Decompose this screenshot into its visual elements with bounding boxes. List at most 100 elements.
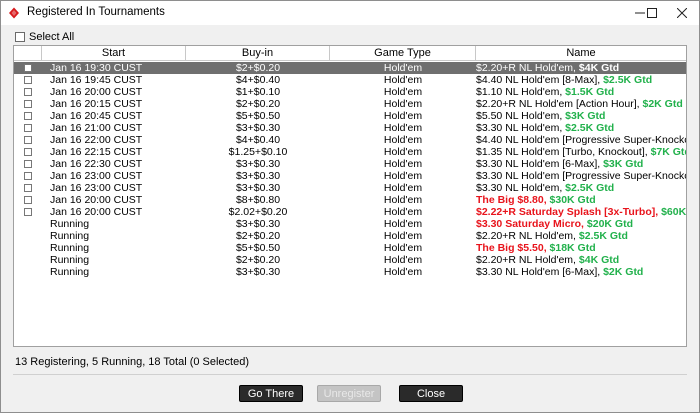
guarantee-tag: $2K Gtd	[603, 266, 644, 278]
tournament-name: $3.30 NL Hold'em [6-Max],	[476, 266, 604, 278]
cell-buyin: $4+$0.40	[235, 134, 281, 146]
guarantee-tag: $3K Gtd	[565, 110, 606, 122]
table-row[interactable]: Jan 16 20:00 CUST $1+$0.10 Hold'em $1.10 NL…	[14, 86, 686, 98]
row-checkbox-cell	[14, 266, 42, 278]
guarantee-tag: $20K Gtd	[586, 218, 633, 230]
row-checkbox[interactable]	[24, 172, 32, 180]
table-row[interactable]: Jan 16 23:00 CUST $3+$0.30 Hold'em $3.30 NL…	[14, 182, 686, 194]
row-checkbox[interactable]	[24, 184, 32, 192]
cell-game-type: Hold'em	[383, 86, 423, 98]
row-checkbox-cell	[14, 98, 42, 110]
row-checkbox[interactable]	[24, 208, 32, 216]
row-checkbox[interactable]	[24, 112, 32, 120]
row-checkbox-cell	[14, 254, 42, 266]
tournament-name: $3.30 NL Hold'em,	[476, 122, 566, 134]
cell-buyin: $5+$0.50	[235, 110, 281, 122]
cell-name: $1.35 NL Hold'em [Turbo, Knockout], $7K …	[476, 146, 687, 158]
row-checkbox[interactable]	[24, 148, 32, 156]
tournament-table[interactable]: Start Buy-in Game Type Name Jan 16 19:30…	[13, 45, 687, 347]
cell-buyin: $4+$0.40	[235, 74, 281, 86]
tournament-name: $2.20+R NL Hold'em,	[476, 230, 579, 242]
table-row[interactable]: Jan 16 22:00 CUST $4+$0.40 Hold'em $4.40 NL…	[14, 134, 686, 146]
cell-buyin: $2.02+$0.20	[228, 206, 288, 218]
cell-name: $4.40 NL Hold'em [Progressive Super-Knoc…	[476, 134, 686, 146]
unregister-button[interactable]: Unregister	[317, 385, 381, 402]
row-checkbox-cell	[14, 170, 42, 182]
cell-game-type: Hold'em	[383, 146, 423, 158]
select-all-checkbox[interactable]: Select All	[15, 31, 74, 43]
tournament-name: The Big $5.50,	[476, 242, 550, 254]
table-row[interactable]: Jan 16 22:30 CUST $3+$0.30 Hold'em $3.30 NL…	[14, 158, 686, 170]
cell-start: Running	[50, 230, 90, 242]
cell-game-type: Hold'em	[383, 62, 423, 74]
table-row[interactable]: Jan 16 20:00 CUST $8+$0.80 Hold'em The Big …	[14, 194, 686, 206]
cell-start: Jan 16 19:30 CUST	[50, 62, 143, 74]
table-row[interactable]: Running $2+$0.20 Hold'em $2.20+R NL Hold'em…	[14, 230, 686, 242]
cell-name: $3.30 NL Hold'em [Progressive Super-Knoc…	[476, 170, 686, 182]
header-start[interactable]: Start	[42, 46, 186, 61]
row-checkbox[interactable]	[24, 160, 32, 168]
cell-name: $5.50 NL Hold'em, $3K Gtd	[476, 110, 686, 122]
cell-name: $1.10 NL Hold'em, $1.5K Gtd	[476, 86, 686, 98]
cell-start: Jan 16 20:15 CUST	[50, 98, 143, 110]
tournament-name: $2.22+R Saturday Splash [3x-Turbo],	[476, 206, 662, 218]
tournament-name: $3.30 NL Hold'em [6-Max],	[476, 158, 604, 170]
table-row[interactable]: Jan 16 22:15 CUST $1.25+$0.10 Hold'em $1.35…	[14, 146, 686, 158]
select-all-label: Select All	[29, 31, 75, 43]
tournament-name: $2.20+R NL Hold'em,	[476, 254, 579, 266]
checkbox-icon[interactable]	[15, 32, 25, 42]
cell-start: Jan 16 20:00 CUST	[50, 194, 143, 206]
table-row[interactable]: Running $3+$0.30 Hold'em $3.30 Saturday Mic…	[14, 218, 686, 230]
app-logo-icon	[9, 7, 19, 19]
table-body: Jan 16 19:30 CUST $2+$0.20 Hold'em $2.20+R …	[14, 62, 686, 278]
maximize-button[interactable]	[637, 1, 667, 25]
row-checkbox-cell	[14, 206, 42, 218]
row-checkbox[interactable]	[24, 196, 32, 204]
guarantee-tag: $7K Gtd	[650, 146, 687, 158]
tournament-name: $3.30 NL Hold'em,	[476, 182, 566, 194]
table-row[interactable]: Jan 16 19:30 CUST $2+$0.20 Hold'em $2.20+R …	[14, 62, 686, 74]
row-checkbox-cell	[14, 110, 42, 122]
row-checkbox[interactable]	[24, 88, 32, 96]
table-row[interactable]: Jan 16 19:45 CUST $4+$0.40 Hold'em $4.40 NL…	[14, 74, 686, 86]
table-row[interactable]: Jan 16 20:00 CUST $2.02+$0.20 Hold'em $2.22…	[14, 206, 686, 218]
cell-game-type: Hold'em	[383, 98, 423, 110]
row-checkbox[interactable]	[24, 64, 32, 72]
header-checkbox-column	[14, 46, 42, 61]
row-checkbox[interactable]	[24, 124, 32, 132]
row-checkbox[interactable]	[24, 76, 32, 84]
cell-start: Running	[50, 218, 90, 230]
table-row[interactable]: Running $3+$0.30 Hold'em $3.30 NL Hold'em […	[14, 266, 686, 278]
guarantee-tag: $2.5K Gtd	[565, 122, 615, 134]
title-bar[interactable]: Registered In Tournaments	[1, 1, 699, 25]
cell-name: $2.20+R NL Hold'em, $4K Gtd	[476, 254, 686, 266]
header-name[interactable]: Name	[476, 46, 686, 61]
cell-game-type: Hold'em	[383, 134, 423, 146]
guarantee-tag: $2.5K Gtd	[565, 182, 615, 194]
guarantee-tag: $60K Gtd	[661, 206, 687, 218]
cell-name: The Big $5.50, $18K Gtd	[476, 242, 686, 254]
header-game-type[interactable]: Game Type	[330, 46, 476, 61]
row-checkbox[interactable]	[24, 136, 32, 144]
table-row[interactable]: Running $2+$0.20 Hold'em $2.20+R NL Hold'em…	[14, 254, 686, 266]
close-window-button[interactable]	[667, 1, 697, 25]
cell-buyin: $3+$0.30	[235, 170, 281, 182]
go-there-button[interactable]: Go There	[239, 385, 303, 402]
header-buyin[interactable]: Buy-in	[186, 46, 330, 61]
table-row[interactable]: Running $5+$0.50 Hold'em The Big $5.50, $18…	[14, 242, 686, 254]
cell-buyin: $3+$0.30	[235, 122, 281, 134]
table-row[interactable]: Jan 16 20:45 CUST $5+$0.50 Hold'em $5.50 NL…	[14, 110, 686, 122]
row-checkbox[interactable]	[24, 100, 32, 108]
cell-buyin: $2+$0.20	[235, 62, 281, 74]
cell-name: $2.22+R Saturday Splash [3x-Turbo], $60K…	[476, 206, 687, 218]
cell-start: Jan 16 22:15 CUST	[50, 146, 143, 158]
cell-name: $2.20+R NL Hold'em [Action Hour], $2K Gt…	[476, 98, 686, 110]
close-button[interactable]: Close	[399, 385, 463, 402]
cell-game-type: Hold'em	[383, 206, 423, 218]
cell-buyin: $3+$0.30	[235, 182, 281, 194]
cell-game-type: Hold'em	[383, 170, 423, 182]
table-row[interactable]: Jan 16 23:00 CUST $3+$0.30 Hold'em $3.30 NL…	[14, 170, 686, 182]
table-row[interactable]: Jan 16 20:15 CUST $2+$0.20 Hold'em $2.20+R …	[14, 98, 686, 110]
row-checkbox-cell	[14, 230, 42, 242]
table-row[interactable]: Jan 16 21:00 CUST $3+$0.30 Hold'em $3.30 NL…	[14, 122, 686, 134]
